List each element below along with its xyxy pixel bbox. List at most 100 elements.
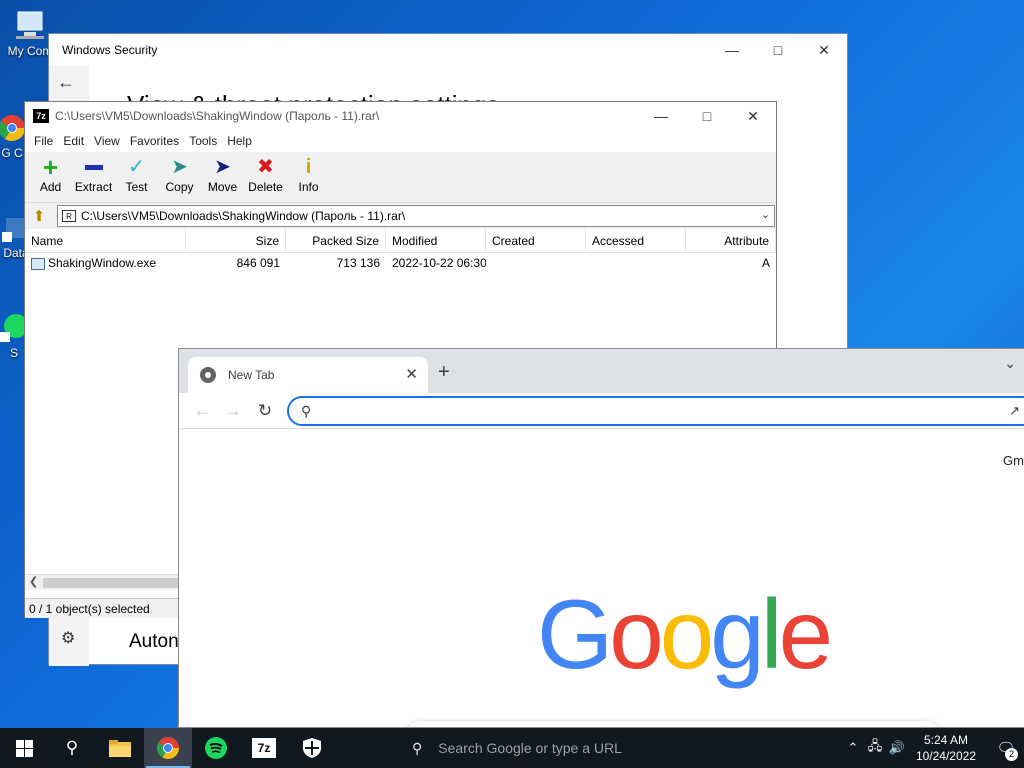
test-button[interactable]: ✓ Test bbox=[115, 152, 158, 202]
column-header-name[interactable]: Name bbox=[25, 229, 186, 252]
menu-edit[interactable]: Edit bbox=[58, 134, 89, 148]
settings-gear-icon[interactable]: ⚙ bbox=[61, 628, 79, 647]
window-controls: — □ ✕ bbox=[709, 34, 847, 66]
close-button[interactable]: ✕ bbox=[801, 34, 847, 66]
shield-icon bbox=[303, 738, 321, 758]
move-button[interactable]: ➤ Move bbox=[201, 152, 244, 202]
tool-label: Info bbox=[298, 180, 319, 194]
add-button[interactable]: + Add bbox=[29, 152, 72, 202]
reload-button[interactable]: ↻ bbox=[254, 400, 276, 422]
action-center-button[interactable]: 🗨 2 bbox=[988, 739, 1024, 761]
clock-time: 5:24 AM bbox=[923, 733, 968, 747]
search-icon: ⚲ bbox=[301, 403, 312, 419]
7zip-taskbar-button[interactable]: 7z bbox=[240, 728, 288, 768]
close-tab-icon[interactable]: ✕ bbox=[405, 365, 418, 383]
delete-button[interactable]: ✖ Delete bbox=[244, 152, 287, 202]
table-header: Name Size Packed Size Modified Created A… bbox=[25, 229, 776, 253]
gmail-link[interactable]: Gm bbox=[1003, 453, 1024, 468]
column-header-modified[interactable]: Modified bbox=[386, 229, 486, 252]
taskbar: ⚲ 7z ⚲ Search Google or type a URL ⌃ 🖧 🔊… bbox=[0, 728, 1024, 768]
chevron-up-icon[interactable]: ⌃ bbox=[842, 740, 864, 756]
ntp-search-box[interactable]: ⚲ Search Google or type a URL bbox=[401, 721, 945, 727]
horizontal-scrollbar[interactable]: ❮ bbox=[25, 574, 180, 590]
path-field[interactable]: R C:\Users\VM5\Downloads\ShakingWindow (… bbox=[57, 205, 775, 227]
path-text: C:\Users\VM5\Downloads\ShakingWindow (Па… bbox=[81, 209, 406, 223]
cell-modified: 2022-10-22 06:30 bbox=[392, 256, 486, 270]
arrow-right-icon: ➤ bbox=[171, 156, 188, 178]
exe-file-icon bbox=[31, 257, 45, 270]
cell-size: 846 091 bbox=[236, 256, 280, 270]
network-icon[interactable]: 🖧 bbox=[864, 737, 886, 759]
copy-button[interactable]: ➤ Copy bbox=[158, 152, 201, 202]
x-icon: ✖ bbox=[257, 156, 274, 178]
omnibox-input[interactable] bbox=[325, 403, 985, 419]
search-button[interactable]: ⚲ bbox=[48, 728, 96, 768]
status-bar: 0 / 1 object(s) selected bbox=[25, 598, 180, 618]
7zip-icon: 7z bbox=[252, 738, 276, 758]
tool-label: Test bbox=[125, 180, 148, 194]
menu-view[interactable]: View bbox=[89, 134, 125, 148]
window-title: Windows Security bbox=[62, 43, 158, 57]
column-header-packed-size[interactable]: Packed Size bbox=[286, 229, 386, 252]
folder-icon bbox=[109, 740, 131, 757]
system-tray: ⌃ 🖧 🔊 5:24 AM 10/24/2022 🗨 2 bbox=[842, 728, 1024, 768]
info-icon: i bbox=[305, 156, 312, 178]
new-tab-button[interactable]: + bbox=[438, 361, 450, 384]
start-button[interactable] bbox=[0, 728, 48, 768]
archive-icon: R bbox=[62, 210, 76, 222]
file-explorer-button[interactable] bbox=[96, 728, 144, 768]
windows-security-taskbar-button[interactable] bbox=[288, 728, 336, 768]
chrome-favicon-icon bbox=[200, 367, 216, 383]
chevron-down-icon[interactable]: ⌄ bbox=[761, 208, 770, 221]
table-row[interactable]: ShakingWindow.exe 846 091 713 136 2022-1… bbox=[25, 253, 776, 273]
forward-button[interactable]: → bbox=[222, 400, 244, 422]
minimize-button[interactable]: — bbox=[709, 34, 755, 66]
maximize-button[interactable]: □ bbox=[755, 34, 801, 66]
volume-icon[interactable]: 🔊 bbox=[886, 740, 908, 756]
minimize-button[interactable]: — bbox=[638, 102, 684, 130]
tab-strip: New Tab ✕ + ⌄ bbox=[179, 349, 1024, 393]
scroll-left-icon[interactable]: ❮ bbox=[29, 575, 38, 588]
tool-label: Delete bbox=[248, 180, 283, 194]
spotify-taskbar-button[interactable] bbox=[192, 728, 240, 768]
tool-label: Extract bbox=[74, 180, 113, 194]
close-button[interactable]: ✕ bbox=[730, 102, 776, 130]
back-button[interactable]: ← bbox=[191, 400, 213, 422]
search-icon: ⚲ bbox=[412, 739, 423, 756]
google-logo: Google bbox=[537, 579, 833, 689]
cell-name: ShakingWindow.exe bbox=[25, 256, 186, 270]
status-text: 0 / 1 object(s) selected bbox=[29, 601, 150, 616]
scroll-thumb[interactable] bbox=[43, 578, 179, 588]
address-bar: ⬆ R C:\Users\VM5\Downloads\ShakingWindow… bbox=[25, 203, 776, 229]
share-icon[interactable]: ↗ bbox=[1009, 403, 1020, 419]
menu-tools[interactable]: Tools bbox=[184, 134, 222, 148]
maximize-button[interactable]: □ bbox=[684, 102, 730, 130]
notification-count: 2 bbox=[1005, 748, 1018, 761]
taskbar-search-box[interactable]: ⚲ Search Google or type a URL bbox=[400, 728, 622, 768]
back-arrow-icon[interactable]: ← bbox=[57, 72, 83, 98]
menu-favorites[interactable]: Favorites bbox=[125, 134, 184, 148]
info-button[interactable]: i Info bbox=[287, 152, 330, 202]
up-folder-icon[interactable]: ⬆ bbox=[29, 206, 49, 226]
menu-help[interactable]: Help bbox=[222, 134, 257, 148]
chrome-taskbar-button[interactable] bbox=[144, 728, 192, 768]
column-header-accessed[interactable]: Accessed bbox=[586, 229, 686, 252]
tool-label: Add bbox=[39, 180, 62, 194]
cell-packed-size: 713 136 bbox=[336, 256, 380, 270]
column-header-size[interactable]: Size bbox=[186, 229, 286, 252]
column-header-created[interactable]: Created bbox=[486, 229, 586, 252]
plus-icon: + bbox=[42, 152, 59, 182]
window-controls: — □ ✕ bbox=[638, 102, 776, 130]
arrow-right-icon: ➤ bbox=[214, 156, 231, 178]
tab-search-chevron-icon[interactable]: ⌄ bbox=[1004, 355, 1016, 372]
cell-attributes: A bbox=[761, 256, 770, 270]
spotify-icon bbox=[205, 737, 227, 759]
menu-file[interactable]: File bbox=[29, 134, 58, 148]
tool-label: Move bbox=[207, 180, 238, 194]
tab-new-tab[interactable]: New Tab ✕ bbox=[188, 357, 428, 393]
toolbar: + Add Extract ✓ Test ➤ Copy ➤ Move ✖ Del… bbox=[25, 152, 776, 203]
extract-button[interactable]: Extract bbox=[72, 152, 115, 202]
column-header-attributes[interactable]: Attribute bbox=[686, 229, 776, 252]
omnibox[interactable]: ⚲ bbox=[287, 396, 1024, 426]
clock[interactable]: 5:24 AM 10/24/2022 bbox=[916, 732, 976, 764]
